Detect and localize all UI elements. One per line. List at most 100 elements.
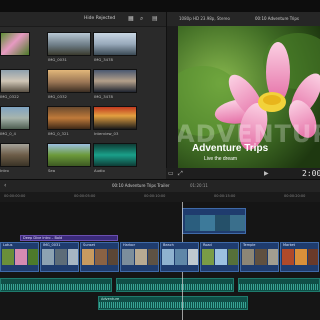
filmstrip-frame (108, 249, 118, 265)
filmstrip-frame (122, 249, 134, 265)
storyline-clip[interactable]: IMG_0031 (40, 242, 79, 272)
title-subtitle: Live the dream (204, 156, 238, 162)
back-icon[interactable]: ‹ (4, 183, 6, 189)
browser-clip[interactable] (93, 32, 137, 56)
filmstrip-frame (2, 249, 14, 265)
view-options-icon[interactable]: ▭ (168, 171, 174, 177)
filmstrip-frame (42, 249, 54, 265)
road-thumbnail (48, 144, 90, 166)
filmstrip-frame (228, 249, 238, 265)
clip-appearance-icon[interactable]: ▦ (128, 16, 134, 22)
browser-clip[interactable] (47, 32, 91, 56)
storyline-clip-label: Temple (243, 243, 256, 247)
filmstrip-frame (55, 249, 67, 265)
format-label: 1080p HD 23.98p, Stereo (179, 16, 230, 21)
storyline-clip-label: Lotus (3, 243, 13, 247)
top-strip (0, 0, 320, 12)
shore-thumbnail (1, 107, 29, 129)
filmstrip-frame (268, 249, 278, 265)
ruler-tick-label: 00:00:00:00 (4, 194, 26, 198)
browser-clip[interactable] (93, 143, 137, 167)
timeline-project-label[interactable]: 00:10 Adventure Trips Trailer (112, 183, 170, 188)
temple-thumbnail (1, 144, 29, 166)
filmstrip-frame (255, 249, 267, 265)
boats-thumbnail (94, 33, 136, 55)
browser-clip[interactable] (93, 106, 137, 130)
browser-clip-label: IMG_3478 (94, 94, 113, 99)
building-thumbnail (48, 107, 90, 129)
browser-filter-label[interactable]: Hide Rejected (84, 16, 115, 21)
browser-clip[interactable] (0, 69, 30, 93)
browser-clip-label: IMG_0_321 (48, 131, 69, 136)
audio-clip[interactable] (0, 278, 112, 292)
storyline-clip[interactable]: Beach (160, 242, 199, 272)
ruler-tick-label: 00:00:10:00 (144, 194, 166, 198)
transform-icon[interactable]: ⤢ (178, 171, 183, 177)
grid-view-icon[interactable]: ▤ (152, 16, 158, 22)
browser-toolbar: Hide Rejected ▦ ⌕ ▤ (0, 12, 166, 27)
ruler-tick-label: 00:00:20:00 (284, 194, 306, 198)
filmstrip-frame (15, 249, 27, 265)
browser-clip[interactable] (0, 32, 30, 56)
storyline-clip[interactable]: Market (280, 242, 319, 272)
storyline-clip-label: IMG_0031 (43, 243, 61, 247)
storyline-clip[interactable]: Sunset (80, 242, 119, 272)
storyline-clip[interactable]: Temple (240, 242, 279, 272)
browser-clip-label: Intro (0, 168, 9, 173)
audio-thumbnail (94, 144, 136, 166)
browser-clip-label: IMG_0322 (0, 94, 19, 99)
filmstrip-frame (95, 249, 107, 265)
browser-clip[interactable] (0, 106, 30, 130)
storyline-clip[interactable]: Road (200, 242, 239, 272)
browser-clip[interactable] (47, 106, 91, 130)
browser-clip[interactable] (0, 143, 30, 167)
video-frame: ADVENTURE Adventure Trips Live the dream (178, 26, 320, 169)
filmstrip-frame (188, 249, 198, 265)
filmstrip-frame (162, 249, 174, 265)
filmstrip-frame (175, 249, 187, 265)
filmstrip-frame (282, 249, 294, 265)
lotus-thumbnail (1, 33, 29, 55)
playback-controls: ▭ ⤢ ▶ 2:00 (166, 168, 320, 179)
city-thumbnail (48, 33, 90, 55)
storyline-clip[interactable]: Lotus (0, 242, 39, 272)
audio-clip[interactable] (238, 278, 320, 292)
filmstrip-frame (82, 249, 94, 265)
audio-clip[interactable] (116, 278, 234, 292)
browser-clip-label: Sea (48, 168, 56, 173)
timeline-duration: 01:20:11 (190, 183, 208, 188)
browser-clip[interactable] (47, 69, 91, 93)
music-clip[interactable]: Adventure (98, 296, 248, 310)
sunset-thumbnail (48, 70, 90, 92)
project-name: 00:10 Adventure Trips (255, 16, 299, 21)
browser-clip-label: IMG_3478 (94, 57, 113, 62)
filmstrip-frame (202, 249, 214, 265)
title-clip[interactable]: Deep Dive Intro – Bold (20, 235, 118, 241)
music-clip-label: Adventure (101, 297, 120, 301)
play-icon[interactable]: ▶ (264, 171, 269, 177)
browser-clip-label: IMG_0031 (48, 57, 67, 62)
filmstrip-frame (68, 249, 78, 265)
browser-clip[interactable] (93, 69, 137, 93)
ruler-tick-label: 00:00:05:00 (74, 194, 96, 198)
title-main: Adventure Trips (192, 143, 269, 154)
browser-clip[interactable] (47, 143, 91, 167)
storyline-clip-label: Beach (163, 243, 174, 247)
storyline-clip[interactable]: Harbor (120, 242, 159, 272)
browser-clip-label: IMG_0332 (48, 94, 67, 99)
timecode-display: 2:00 (302, 169, 320, 178)
harbor-thumbnail (1, 70, 29, 92)
storyline-clip-label: Road (203, 243, 212, 247)
filmstrip-frame (242, 249, 254, 265)
filmstrip-frame (308, 249, 318, 265)
browser-clip-label: Interview_03 (94, 131, 119, 136)
search-icon[interactable]: ⌕ (140, 16, 143, 22)
connected-clip[interactable] (182, 208, 246, 234)
filmstrip-frame (215, 249, 227, 265)
storyline-clip-label: Market (283, 243, 296, 247)
dusk-thumbnail (94, 70, 136, 92)
browser-clip-label: Audio (94, 168, 105, 173)
browser-clip-label: IMG_0_4 (0, 131, 16, 136)
neon-thumbnail (94, 107, 136, 129)
filmstrip-frame (148, 249, 158, 265)
